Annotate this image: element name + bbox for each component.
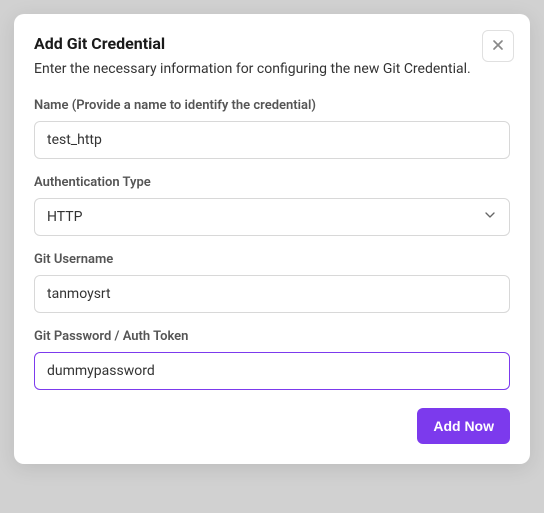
password-label: Git Password / Auth Token <box>34 329 510 344</box>
auth-type-label: Authentication Type <box>34 175 510 190</box>
close-icon <box>490 37 506 56</box>
password-input[interactable] <box>34 352 510 390</box>
add-git-credential-modal: Add Git Credential Enter the necessary i… <box>14 14 530 464</box>
modal-subtitle: Enter the necessary information for conf… <box>34 59 510 80</box>
name-label: Name (Provide a name to identify the cre… <box>34 98 510 113</box>
form-group-password: Git Password / Auth Token <box>34 329 510 390</box>
modal-header: Add Git Credential Enter the necessary i… <box>34 34 510 80</box>
auth-type-select-wrapper: HTTP <box>34 198 510 236</box>
name-input[interactable] <box>34 121 510 159</box>
username-input[interactable] <box>34 275 510 313</box>
form-group-username: Git Username <box>34 252 510 313</box>
form-group-auth-type: Authentication Type HTTP <box>34 175 510 236</box>
auth-type-select[interactable]: HTTP <box>34 198 510 236</box>
modal-title: Add Git Credential <box>34 34 510 53</box>
modal-footer: Add Now <box>34 408 510 444</box>
add-now-button[interactable]: Add Now <box>417 408 510 444</box>
username-label: Git Username <box>34 252 510 267</box>
close-button[interactable] <box>482 30 514 62</box>
form-group-name: Name (Provide a name to identify the cre… <box>34 98 510 159</box>
